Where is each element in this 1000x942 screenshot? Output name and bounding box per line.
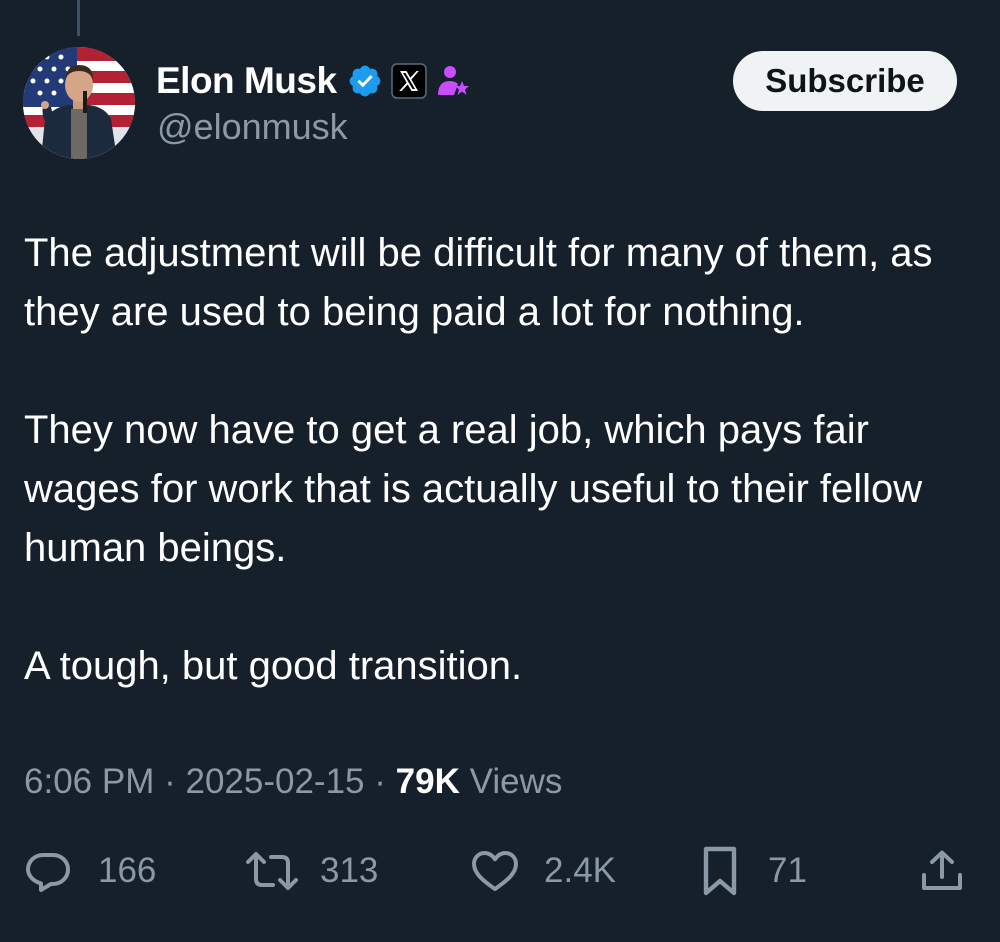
tweet-metadata: 6:06 PM · 2025-02-15 · 79K Views bbox=[24, 762, 562, 802]
heart-icon bbox=[470, 847, 520, 895]
reply-button[interactable]: 166 bbox=[24, 836, 156, 906]
bookmark-icon bbox=[700, 845, 740, 897]
meta-separator: · bbox=[164, 762, 176, 801]
views-label: Views bbox=[469, 762, 563, 801]
views-count: 79K bbox=[395, 762, 460, 801]
verified-checkmark-icon[interactable] bbox=[347, 63, 383, 99]
tweet-paragraph: They now have to get a real job, which p… bbox=[24, 408, 923, 570]
thread-connector-line bbox=[77, 0, 80, 36]
repost-icon bbox=[244, 847, 300, 895]
tweet-paragraph: A tough, but good transition. bbox=[24, 644, 523, 688]
like-count: 2.4K bbox=[544, 851, 616, 890]
repost-count: 313 bbox=[320, 851, 379, 890]
tweet-time[interactable]: 6:06 PM bbox=[24, 762, 154, 801]
subscribe-button[interactable]: Subscribe bbox=[733, 51, 957, 111]
share-icon bbox=[918, 847, 966, 895]
tweet-paragraph: The adjustment will be difficult for man… bbox=[24, 231, 933, 334]
share-button[interactable] bbox=[918, 836, 966, 906]
author-name-row: Elon Musk bbox=[156, 58, 471, 104]
admin-person-star-icon[interactable] bbox=[435, 63, 471, 99]
meta-separator: · bbox=[374, 762, 386, 801]
x-affiliate-icon[interactable] bbox=[390, 63, 427, 99]
tweet-date[interactable]: 2025-02-15 bbox=[185, 762, 364, 801]
action-bar: 166 313 2.4K 71 bbox=[0, 836, 1000, 906]
display-name[interactable]: Elon Musk bbox=[156, 60, 337, 102]
tweet-text: The adjustment will be difficult for man… bbox=[24, 224, 984, 696]
reply-count: 166 bbox=[98, 851, 157, 890]
reply-icon bbox=[24, 847, 72, 895]
bookmark-count: 71 bbox=[768, 851, 807, 890]
like-button[interactable]: 2.4K bbox=[470, 836, 616, 906]
bookmark-button[interactable]: 71 bbox=[700, 836, 807, 906]
author-handle[interactable]: @elonmusk bbox=[157, 106, 348, 148]
repost-button[interactable]: 313 bbox=[244, 836, 378, 906]
avatar[interactable] bbox=[23, 47, 135, 159]
